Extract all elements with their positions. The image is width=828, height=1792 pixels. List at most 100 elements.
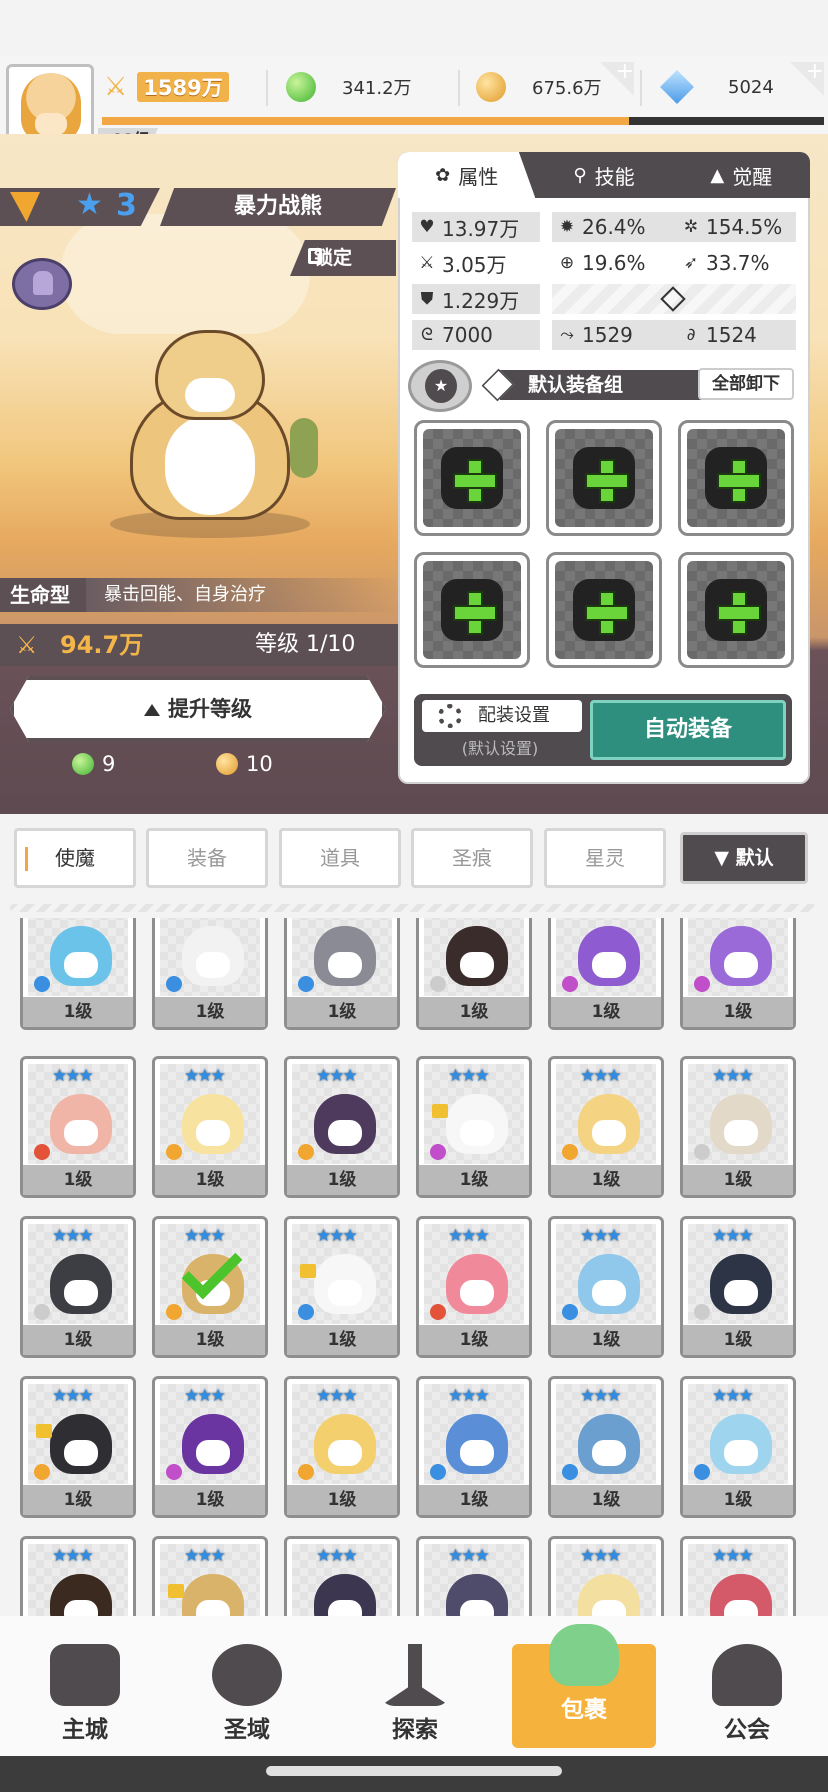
equip-slot-helmet[interactable] <box>546 420 662 536</box>
familiar-card[interactable]: ★★★1级 <box>680 918 796 1030</box>
combat-power: 94.7万 <box>60 631 144 659</box>
familiar-card[interactable]: ★★★1级 <box>152 1376 268 1518</box>
equip-slot-armor[interactable] <box>678 420 794 536</box>
familiar-card[interactable]: ★★★1级 <box>548 1056 664 1198</box>
familiar-level: 1级 <box>287 1165 397 1195</box>
familiar-card[interactable]: ★★★1级 <box>680 1056 796 1198</box>
familiar-portrait: ★★★ <box>688 1224 788 1324</box>
familiar-card[interactable]: ★★★1级 <box>20 1216 136 1358</box>
familiar-portrait: ★★★ <box>688 1544 788 1616</box>
element-icon <box>298 1464 314 1480</box>
home-indicator[interactable] <box>266 1766 562 1776</box>
familiar-card[interactable]: ★★★1级 <box>284 918 400 1030</box>
familiar-head <box>710 1094 772 1154</box>
familiar-card[interactable]: ★★★1级 <box>416 918 532 1030</box>
star-rating: ★★★ <box>712 1066 754 1086</box>
stat-defense: ⛊ 1.229万 <box>412 284 540 314</box>
familiar-portrait: ★★★ <box>292 918 392 996</box>
lock-button[interactable]: 锁定 <box>290 240 396 276</box>
familiar-portrait: ★★★ <box>556 1064 656 1164</box>
locked-spec-icon[interactable] <box>12 258 72 310</box>
unequip-all-button[interactable]: 全部卸下 <box>698 368 794 400</box>
skill-icon: ⚲ <box>573 164 587 186</box>
familiar-portrait: ★★★ <box>688 1384 788 1484</box>
character-type: 生命型 <box>0 578 88 612</box>
tab-items[interactable]: 道具 <box>279 828 401 888</box>
nav-guild[interactable]: 公会 <box>682 1630 812 1750</box>
familiar-card[interactable]: ★★★1级 <box>284 1216 400 1358</box>
familiar-card[interactable]: ★★★1级 <box>416 1056 532 1198</box>
plus-icon <box>453 591 497 635</box>
spark-icon: ✲ <box>683 217 699 237</box>
tab-stigmata[interactable]: 圣痕 <box>411 828 533 888</box>
familiar-card[interactable]: ★★★1级 <box>152 918 268 1030</box>
familiar-card[interactable]: ★★★1级 <box>284 1376 400 1518</box>
familiar-card[interactable]: ★★★1级 <box>548 1536 664 1616</box>
sort-dropdown[interactable]: ▼ 默认 <box>680 832 808 884</box>
familiar-card[interactable]: ★★★1级 <box>20 918 136 1030</box>
familiar-head <box>710 1254 772 1314</box>
familiar-card[interactable]: ★★★1级 <box>284 1536 400 1616</box>
element-icon <box>166 1144 182 1160</box>
familiar-card[interactable]: ★★★1级 <box>680 1216 796 1358</box>
nav-sanctuary[interactable]: 圣域 <box>182 1630 312 1750</box>
tab-attributes[interactable]: ✿ 属性 <box>398 152 536 198</box>
familiar-card[interactable]: ★★★1级 <box>416 1536 532 1616</box>
cactus-decoration <box>290 418 318 478</box>
character-portrait <box>110 320 310 540</box>
familiar-card[interactable]: ★★★1级 <box>680 1536 796 1616</box>
star-rating: ★★★ <box>184 1066 226 1086</box>
familiar-card[interactable]: ★★★1级 <box>548 1376 664 1518</box>
nav-explore[interactable]: 探索 <box>350 1630 480 1750</box>
tab-familiars[interactable]: 使魔 <box>14 828 136 888</box>
familiar-card[interactable]: ★★★1级 <box>152 1536 268 1616</box>
familiar-portrait: ★★★ <box>556 1224 656 1324</box>
swirl-icon: ᘓ <box>421 325 433 345</box>
familiar-card[interactable]: ★★★1级 <box>284 1056 400 1198</box>
familiar-card[interactable]: ★★★1级 <box>20 1056 136 1198</box>
tab-awaken[interactable]: ▲ 觉醒 <box>673 152 810 198</box>
familiar-card[interactable]: ★★★1级 <box>548 918 664 1030</box>
stat-value: 1524 <box>706 323 757 347</box>
plus-icon <box>717 459 761 503</box>
familiar-card[interactable]: ★★★1级 <box>152 1216 268 1358</box>
familiar-card[interactable]: ★★★1级 <box>416 1216 532 1358</box>
familiar-card[interactable]: ★★★1级 <box>20 1376 136 1518</box>
padlock-icon <box>168 1584 184 1598</box>
familiar-card[interactable]: ★★★1级 <box>20 1536 136 1616</box>
equip-slot-weapon[interactable] <box>414 420 530 536</box>
equip-slot-necklace[interactable] <box>546 552 662 668</box>
divider <box>10 904 816 912</box>
element-icon <box>166 976 182 992</box>
star-rating: ★★★ <box>52 1226 94 1246</box>
divider <box>266 70 268 106</box>
stat-speed: ➶ 33.7% <box>676 248 796 278</box>
power-value: 1589万 <box>137 72 229 102</box>
equip-slot-gloves[interactable] <box>414 552 530 668</box>
element-icon <box>562 1144 578 1160</box>
nav-bag[interactable]: 包裹 <box>512 1624 656 1748</box>
familiar-head <box>182 926 244 986</box>
tab-skills[interactable]: ⚲ 技能 <box>535 152 672 198</box>
tab-star-spirits[interactable]: 星灵 <box>544 828 666 888</box>
tab-equipment[interactable]: 装备 <box>146 828 268 888</box>
equip-set-badge[interactable]: ★ <box>408 360 472 412</box>
star-icon: ★ <box>76 187 103 222</box>
familiar-portrait: ★★★ <box>160 918 260 996</box>
familiar-card[interactable]: ★★★1级 <box>152 1056 268 1198</box>
familiar-head <box>314 1574 376 1616</box>
familiar-portrait: ★★★ <box>160 1224 260 1324</box>
equip-slot-boots[interactable] <box>678 552 794 668</box>
element-icon <box>298 1304 314 1320</box>
familiar-level: 1级 <box>23 1485 133 1515</box>
auto-equip-button[interactable]: 自动装备 <box>590 700 786 760</box>
familiar-card[interactable]: ★★★1级 <box>548 1216 664 1358</box>
familiar-head <box>50 1414 112 1474</box>
element-icon <box>430 976 446 992</box>
familiar-portrait: ★★★ <box>556 1384 656 1484</box>
character-belly <box>165 415 255 515</box>
nav-main-city[interactable]: 主城 <box>20 1630 150 1750</box>
upgrade-level-button[interactable]: 提升等级 <box>10 676 386 742</box>
familiar-card[interactable]: ★★★1级 <box>416 1376 532 1518</box>
familiar-card[interactable]: ★★★1级 <box>680 1376 796 1518</box>
